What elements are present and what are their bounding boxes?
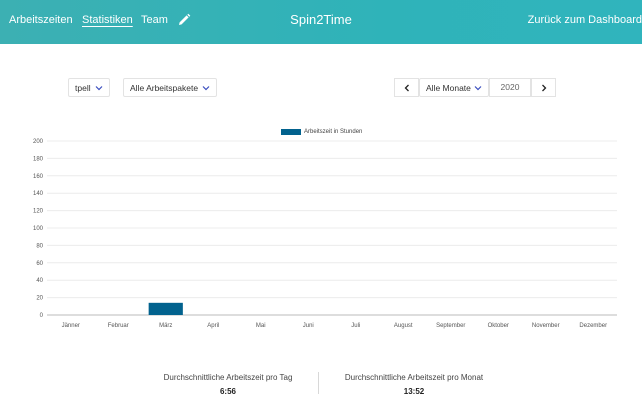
package-select-value: Alle Arbeitspakete: [130, 82, 199, 93]
x-tick-label: April: [207, 323, 219, 329]
month-select-value: Alle Monate: [426, 82, 471, 93]
y-tick-label: 160: [33, 174, 44, 180]
chevron-down-icon: [474, 86, 482, 91]
y-tick-label: 40: [36, 278, 43, 284]
avg-per-month-value: 13:52: [403, 387, 425, 396]
y-tick-label: 140: [33, 191, 44, 197]
x-tick-label: März: [159, 323, 172, 329]
bar-chart: 0 20 40 60 80 100 120 140 160 180 200 Jänner Februar…: [33, 139, 617, 329]
avg-per-month-label: Durchschnittliche Arbeitszeit pro Monat: [344, 373, 484, 382]
x-tick-label: Oktober: [488, 323, 509, 329]
x-tick-label: Februar: [108, 323, 129, 329]
avg-per-day-label: Durchschnittliche Arbeitszeit pro Tag: [163, 373, 293, 382]
back-to-dashboard-link[interactable]: Zurück zum Dashboard: [528, 14, 642, 26]
y-tick-label: 80: [36, 243, 43, 249]
x-tick-label: Jänner: [62, 323, 80, 329]
y-tick-label: 100: [33, 226, 44, 232]
user-select-value: tpell: [75, 82, 91, 93]
avg-per-day-value: 6:56: [219, 387, 236, 396]
stats-divider: [318, 372, 319, 394]
x-tick-label: November: [532, 323, 560, 329]
avg-per-day: Durchschnittliche Arbeitszeit pro Tag 6:…: [150, 373, 306, 396]
top-navigation-bar: Arbeitszeiten Statistiken Team Spin2Time…: [0, 0, 642, 44]
package-select[interactable]: Alle Arbeitspakete: [123, 78, 217, 97]
y-tick-label: 60: [36, 261, 43, 267]
x-tick-label: Juli: [351, 323, 360, 329]
bar-März[interactable]: [148, 302, 183, 315]
avg-per-month: Durchschnittliche Arbeitszeit pro Monat …: [330, 373, 498, 396]
y-tick-label: 200: [33, 139, 44, 145]
next-month-button[interactable]: [531, 78, 556, 97]
y-tick-label: 20: [36, 296, 43, 302]
month-select[interactable]: Alle Monate: [419, 78, 489, 97]
year-input[interactable]: 2020: [489, 78, 531, 97]
y-tick-label: 120: [33, 209, 44, 215]
y-tick-label: 0: [40, 313, 44, 319]
x-tick-label: Dezember: [579, 323, 607, 329]
chevron-right-icon: [541, 84, 546, 91]
chevron-left-icon: [404, 84, 409, 91]
x-tick-label: Juni: [303, 323, 314, 329]
chevron-down-icon: [202, 86, 210, 91]
x-tick-label: Mai: [256, 323, 266, 329]
x-tick-label: September: [436, 323, 465, 329]
x-tick-label: August: [394, 323, 413, 329]
user-select[interactable]: tpell: [68, 78, 110, 97]
y-tick-label: 180: [33, 156, 44, 162]
chevron-down-icon: [95, 86, 103, 91]
previous-month-button[interactable]: [394, 78, 419, 97]
